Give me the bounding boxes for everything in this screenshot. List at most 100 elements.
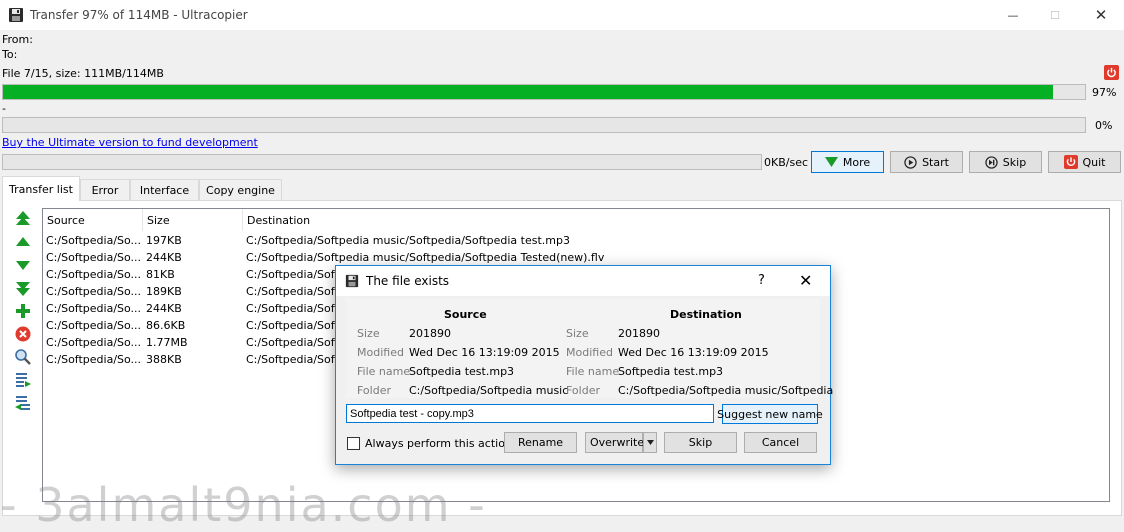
triangle-down-icon — [824, 157, 838, 167]
row-source: C:/Softpedia/So... — [46, 285, 142, 298]
row-source: C:/Softpedia/So... — [46, 302, 142, 315]
source-folder-value: C:/Softpedia/Softpedia music — [409, 384, 569, 397]
tab-copy-engine[interactable]: Copy engine — [199, 179, 282, 200]
source-filename-value: Softpedia test.mp3 — [409, 365, 515, 378]
power-button[interactable] — [1104, 65, 1119, 80]
row-size: 1.77MB — [146, 336, 188, 349]
tab-transfer-list[interactable]: Transfer list — [2, 176, 80, 201]
source-heading: Source — [444, 308, 487, 321]
chevron-down-icon — [646, 440, 654, 445]
row-source: C:/Softpedia/So... — [46, 268, 142, 281]
quit-button[interactable]: Quit — [1048, 151, 1121, 173]
power-icon — [1063, 155, 1078, 169]
power-icon — [1107, 67, 1116, 78]
source-filename-label: File name — [357, 365, 411, 378]
close-button[interactable]: ✕ — [1078, 0, 1124, 30]
overwrite-button-label: Overwrite — [590, 436, 645, 449]
column-header-source[interactable]: Source — [43, 209, 143, 231]
dialog-close-button[interactable]: ✕ — [799, 271, 812, 290]
row-source: C:/Softpedia/So... — [46, 336, 142, 349]
dest-size-label: Size — [566, 327, 589, 340]
skip-button-label: Skip — [1002, 155, 1027, 169]
export-list-icon[interactable] — [14, 371, 32, 389]
destination-heading: Destination — [670, 308, 742, 321]
source-modified-value: Wed Dec 16 13:19:09 2015 — [409, 346, 560, 359]
file-progress-bar — [2, 84, 1086, 100]
dest-filename-label: File name — [566, 365, 620, 378]
always-perform-label: Always perform this action — [365, 437, 512, 450]
file-exists-dialog: The file exists ? ✕ Source Destination S… — [335, 265, 833, 465]
column-header-size[interactable]: Size — [143, 209, 243, 231]
dest-filename-value: Softpedia test.mp3 — [618, 365, 724, 378]
row-size: 244KB — [146, 251, 182, 264]
help-button[interactable]: ? — [758, 273, 765, 288]
move-top-icon[interactable] — [14, 210, 32, 228]
suggest-new-name-button[interactable]: Suggest new name — [717, 404, 823, 424]
minimize-button[interactable]: — — [990, 0, 1036, 30]
maximize-button[interactable]: ☐ — [1032, 0, 1078, 30]
always-perform-checkbox[interactable] — [347, 437, 360, 450]
row-size: 189KB — [146, 285, 182, 298]
floppy-disk-icon — [9, 8, 23, 22]
remove-icon[interactable] — [14, 325, 32, 343]
cancel-button-label: Cancel — [761, 436, 800, 449]
skip-button[interactable]: Skip — [969, 151, 1042, 173]
to-label: To: — [2, 48, 18, 61]
start-button[interactable]: Start — [890, 151, 963, 173]
row-size: 388KB — [146, 353, 182, 366]
import-list-icon[interactable] — [14, 394, 32, 412]
overwrite-button[interactable]: Overwrite — [585, 432, 645, 453]
search-icon[interactable] — [14, 348, 32, 366]
floppy-disk-icon — [345, 274, 359, 288]
watermark-text: - 3almalt9nia.com - — [0, 478, 487, 532]
tab-interface[interactable]: Interface — [130, 179, 199, 200]
play-icon — [904, 155, 917, 169]
minimize-icon: — — [1007, 8, 1019, 22]
dialog-title: The file exists — [366, 274, 450, 288]
buy-ultimate-link[interactable]: Buy the Ultimate version to fund develop… — [2, 136, 258, 149]
from-label: From: — [2, 33, 33, 46]
row-source: C:/Softpedia/So... — [46, 319, 142, 332]
skip-icon — [985, 155, 998, 169]
source-size-label: Size — [357, 327, 380, 340]
source-size-value: 201890 — [409, 327, 451, 340]
source-folder-label: Folder — [357, 384, 391, 397]
dest-folder-label: Folder — [566, 384, 600, 397]
dialog-skip-label: Skip — [688, 436, 713, 449]
dest-modified-value: Wed Dec 16 13:19:09 2015 — [618, 346, 769, 359]
more-button[interactable]: More — [811, 151, 884, 173]
rename-button-label: Rename — [517, 436, 564, 449]
cancel-button[interactable]: Cancel — [744, 432, 817, 453]
quit-button-label: Quit — [1082, 155, 1106, 169]
table-row[interactable]: C:/Softpedia/So... 197KB C:/Softpedia/Soft… — [43, 232, 1109, 249]
tab-error[interactable]: Error — [80, 179, 130, 200]
total-progress-bar — [2, 117, 1086, 133]
speed-label: 0KB/sec — [764, 156, 809, 169]
add-icon[interactable] — [14, 302, 32, 320]
table-row[interactable]: C:/Softpedia/So... 244KB C:/Softpedia/Soft… — [43, 249, 1109, 266]
dialog-skip-button[interactable]: Skip — [664, 432, 737, 453]
file-progress-percent: 97% — [1092, 86, 1117, 99]
move-down-icon[interactable] — [14, 256, 32, 274]
close-icon: ✕ — [1094, 6, 1108, 24]
row-destination: C:/Softpedia/Softpedia music/Softpedia/S… — [246, 234, 570, 247]
row-source: C:/Softpedia/So... — [46, 353, 142, 366]
row-size: 86.6KB — [146, 319, 186, 332]
file-info: File 7/15, size: 111MB/114MB — [2, 67, 164, 80]
source-modified-label: Modified — [357, 346, 404, 359]
overwrite-dropdown[interactable] — [643, 432, 657, 453]
column-header-destination[interactable]: Destination — [243, 209, 1109, 231]
row-destination: C:/Softpedia/Softpedia music/Softpedia/S… — [246, 251, 605, 264]
total-progress-percent: 0% — [1095, 119, 1113, 132]
current-file-dash: - — [2, 102, 6, 115]
row-source: C:/Softpedia/So... — [46, 251, 142, 264]
rename-button[interactable]: Rename — [504, 432, 577, 453]
new-name-input[interactable] — [346, 404, 714, 423]
row-size: 81KB — [146, 268, 175, 281]
more-button-label: More — [842, 155, 871, 169]
move-up-icon[interactable] — [14, 233, 32, 251]
row-size: 244KB — [146, 302, 182, 315]
move-bottom-icon[interactable] — [14, 279, 32, 297]
file-progress-fill — [3, 85, 1053, 99]
start-button-label: Start — [922, 155, 949, 169]
